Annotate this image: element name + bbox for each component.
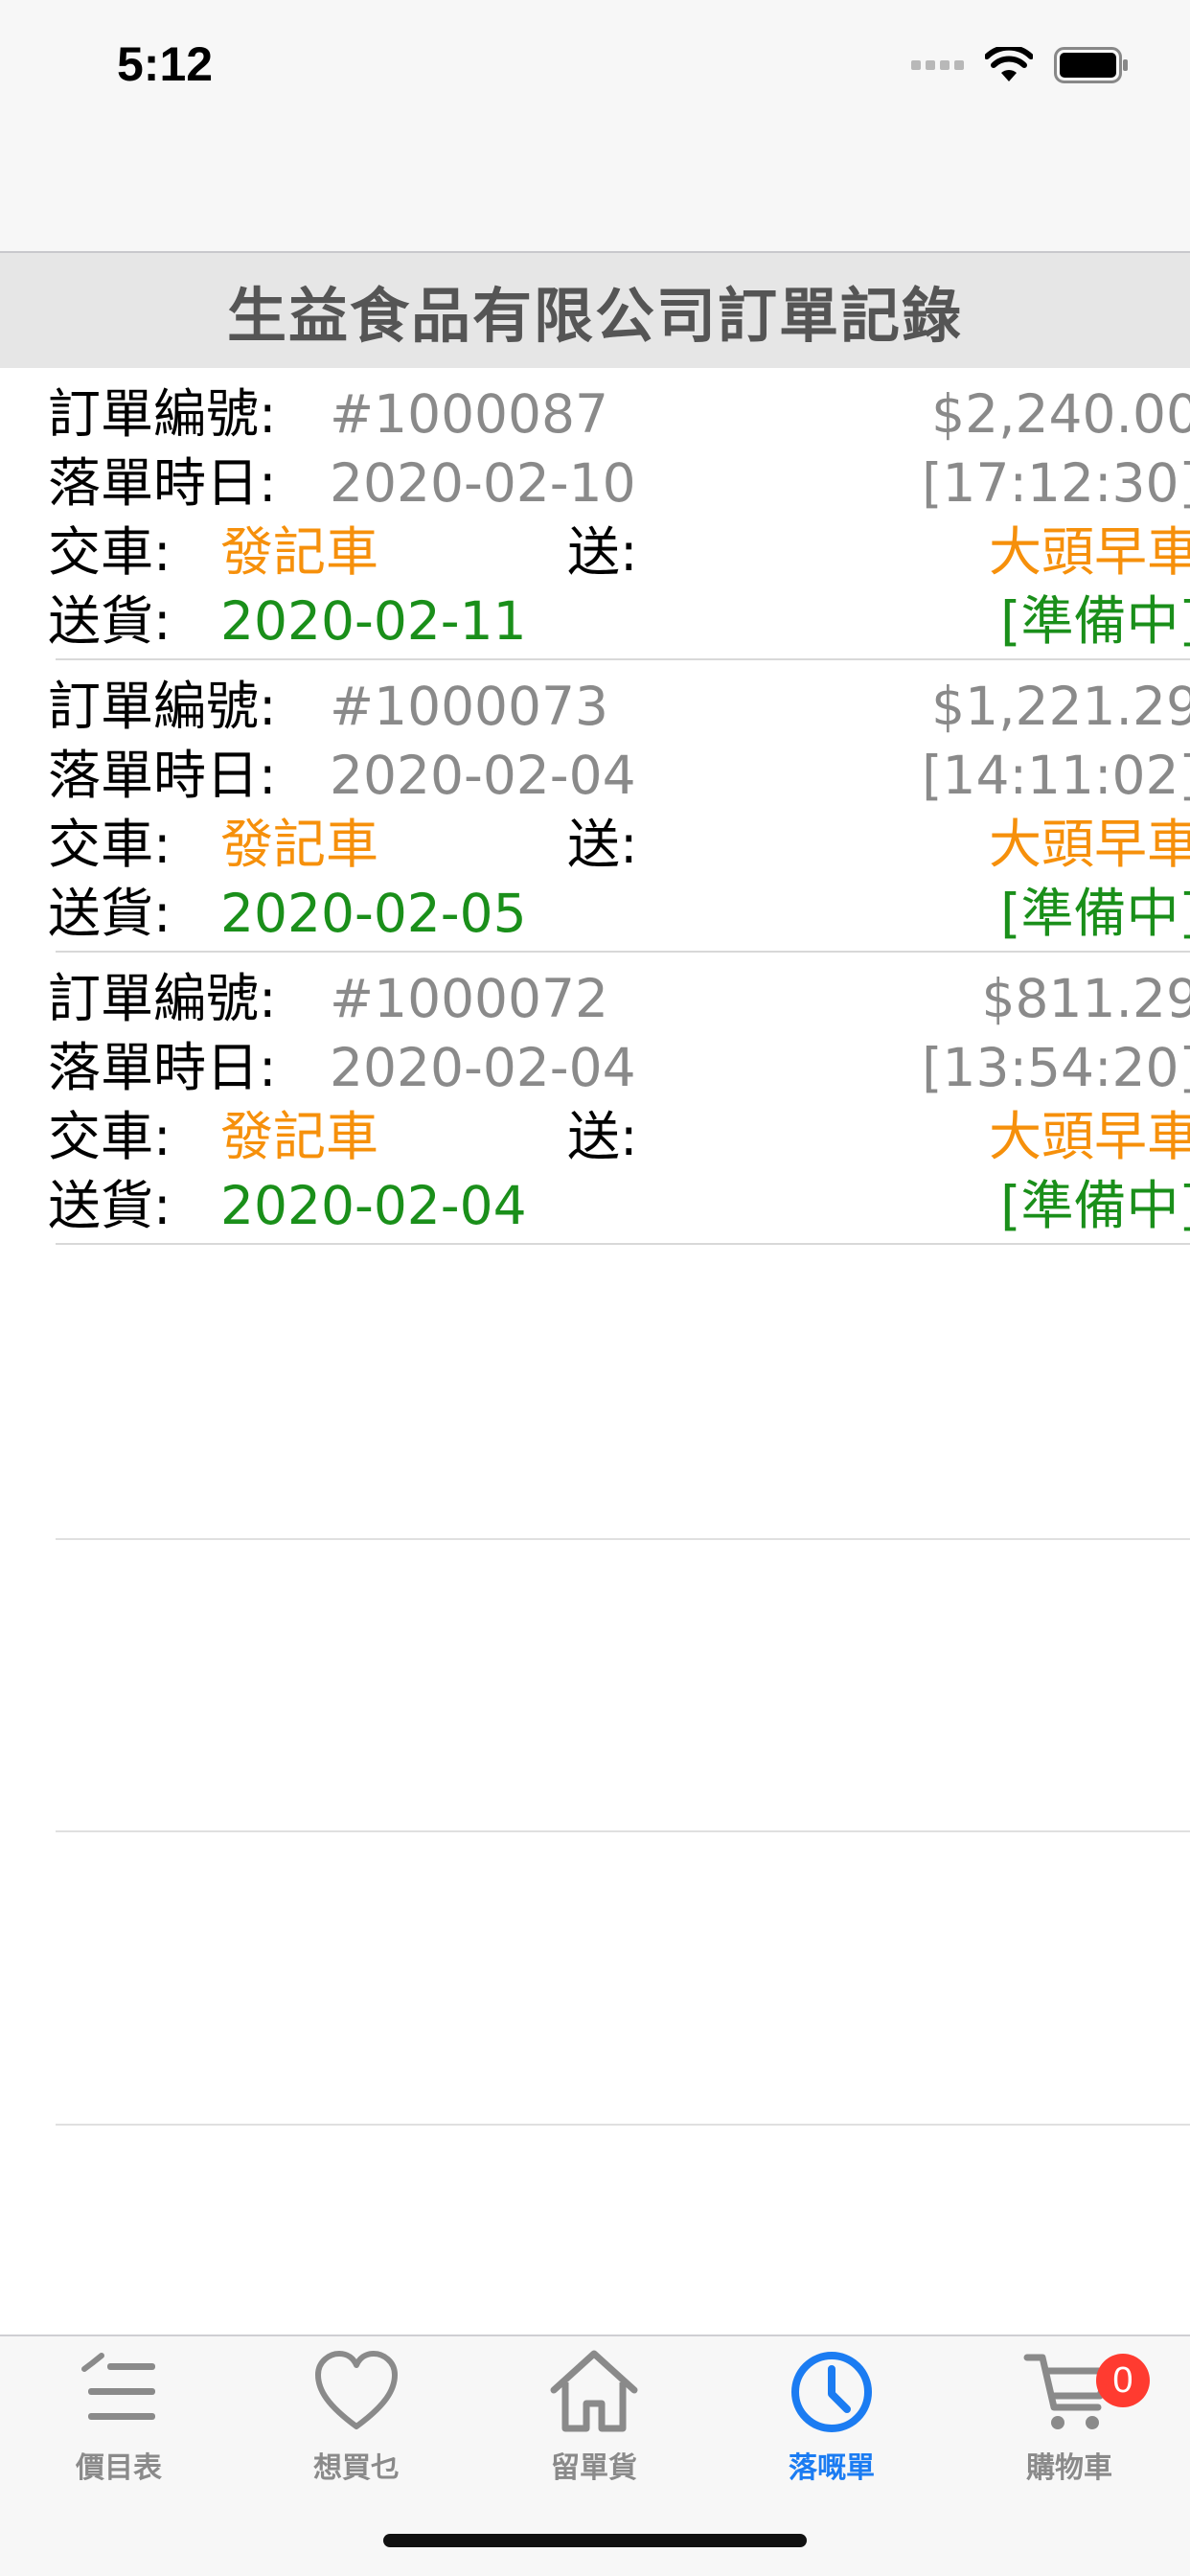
battery-icon: [1054, 47, 1128, 83]
order-amount: $811.29: [981, 968, 1190, 1029]
pickup-value: 發記車: [220, 1106, 379, 1167]
order-number-label: 訂單編號:: [48, 968, 277, 1029]
tab-label: 落嘅單: [789, 2451, 875, 2485]
order-amount: $1,221.29: [931, 676, 1190, 737]
pickup-label: 交車:: [48, 521, 172, 583]
order-number-label: 訂單編號:: [48, 383, 277, 445]
order-row[interactable]: 訂單編號: #1000072 $811.29 落單時日: 2020-02-04 …: [48, 953, 1190, 1245]
send-label: 送:: [567, 814, 638, 875]
order-status: [準備中]: [1000, 883, 1190, 944]
cart-badge: 0: [1096, 2354, 1150, 2407]
home-icon: [550, 2350, 638, 2432]
order-number: #1000087: [330, 383, 609, 445]
status-icons: [911, 44, 1129, 86]
tab-reserved[interactable]: 留單貨: [475, 2346, 713, 2490]
tab-wishlist[interactable]: 想買乜: [238, 2346, 475, 2490]
tab-orders[interactable]: 落嘅單: [713, 2346, 950, 2490]
order-amount: $2,240.00: [931, 383, 1190, 445]
delivery-date: 2020-02-05: [220, 883, 527, 944]
send-value: 大頭早車: [988, 521, 1190, 583]
list-icon: [81, 2353, 155, 2420]
order-date: 2020-02-04: [330, 1037, 636, 1098]
delivery-date: 2020-02-04: [220, 1175, 527, 1236]
empty-row-separator: [56, 1538, 1190, 1540]
send-value: 大頭早車: [988, 814, 1190, 875]
status-time: 5:12: [117, 37, 214, 91]
tab-label: 想買乜: [313, 2451, 400, 2485]
pickup-label: 交車:: [48, 814, 172, 875]
order-date-label: 落單時日:: [48, 1037, 277, 1098]
order-date: 2020-02-10: [330, 452, 636, 514]
order-time: [13:54:20]: [922, 1037, 1190, 1098]
order-date: 2020-02-04: [330, 745, 636, 806]
page-title: 生益食品有限公司訂單記錄: [226, 281, 963, 351]
order-time: [17:12:30]: [922, 452, 1190, 514]
order-number: #1000073: [330, 676, 609, 737]
tab-label: 購物車: [1026, 2451, 1112, 2485]
heart-icon: [315, 2351, 398, 2429]
order-list[interactable]: 訂單編號: #1000087 $2,240.00 落單時日: 2020-02-1…: [0, 368, 1190, 1245]
send-label: 送:: [567, 1106, 638, 1167]
order-status: [準備中]: [1000, 590, 1190, 652]
home-indicator[interactable]: [383, 2534, 807, 2547]
tab-label: 留單貨: [551, 2451, 637, 2485]
tab-label: 價目表: [76, 2451, 162, 2485]
delivery-label: 送貨:: [48, 883, 172, 944]
order-number: #1000072: [330, 968, 609, 1029]
order-date-label: 落單時日:: [48, 452, 277, 514]
delivery-label: 送貨:: [48, 1175, 172, 1236]
send-value: 大頭早車: [988, 1106, 1190, 1167]
clock-icon: [791, 2352, 872, 2432]
order-number-label: 訂單編號:: [48, 676, 277, 737]
empty-row-separator: [56, 1830, 1190, 1832]
order-status: [準備中]: [1000, 1175, 1190, 1236]
pickup-value: 發記車: [220, 814, 379, 875]
order-time: [14:11:02]: [922, 745, 1190, 806]
tab-cart[interactable]: 購物車 0: [950, 2346, 1188, 2490]
send-label: 送:: [567, 521, 638, 583]
tab-price-list[interactable]: 價目表: [0, 2346, 238, 2490]
pickup-label: 交車:: [48, 1106, 172, 1167]
empty-row-separator: [56, 2124, 1190, 2126]
section-header: 生益食品有限公司訂單記錄: [0, 253, 1190, 368]
pickup-value: 發記車: [220, 521, 379, 583]
order-row[interactable]: 訂單編號: #1000073 $1,221.29 落單時日: 2020-02-0…: [48, 660, 1190, 953]
cellular-signal-icon: [911, 60, 964, 70]
delivery-label: 送貨:: [48, 590, 172, 652]
order-date-label: 落單時日:: [48, 745, 277, 806]
navigation-bar: 5:12: [0, 0, 1190, 253]
delivery-date: 2020-02-11: [220, 590, 527, 652]
wifi-icon: [985, 47, 1033, 81]
order-row[interactable]: 訂單編號: #1000087 $2,240.00 落單時日: 2020-02-1…: [48, 368, 1190, 660]
